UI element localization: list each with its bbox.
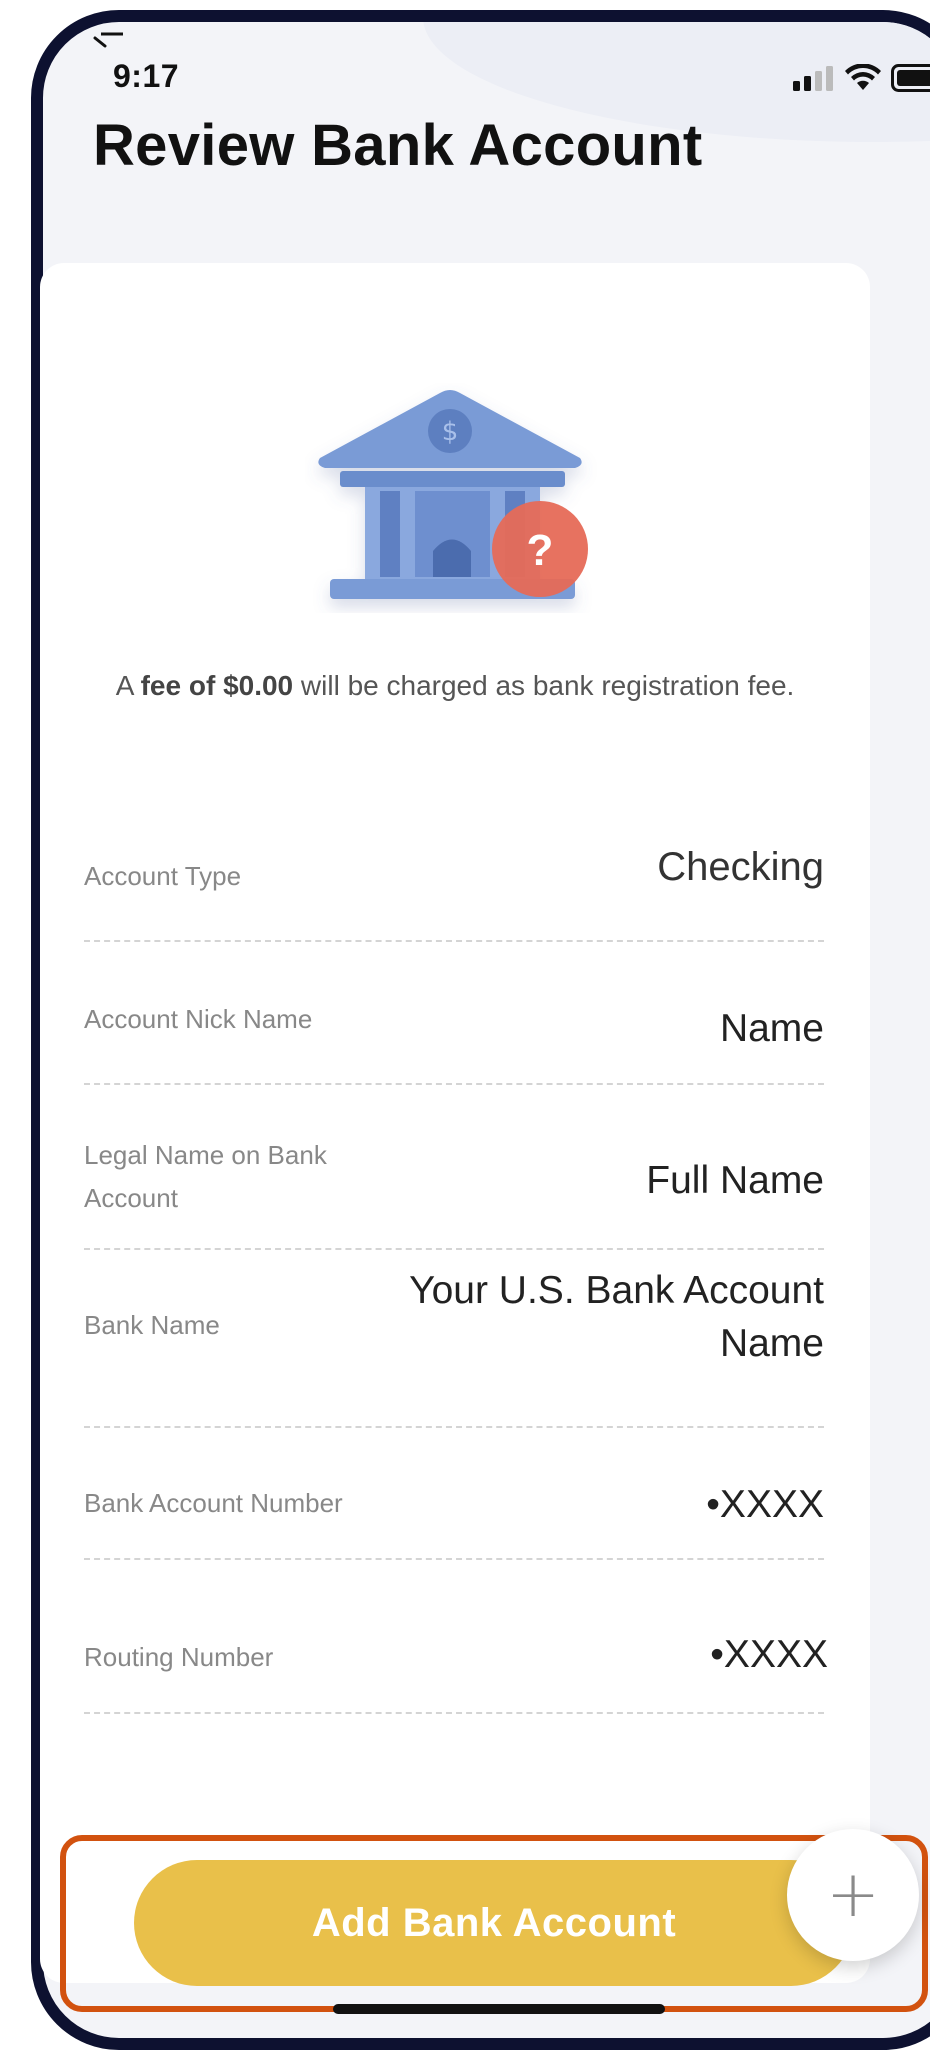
field-value: Full Name: [646, 1154, 824, 1207]
divider: [84, 1558, 824, 1560]
status-time: 9:17: [113, 58, 179, 95]
question-glyph: ?: [527, 526, 554, 575]
review-card: $ ? A fee of $0.00 will be charged as ba…: [40, 263, 870, 1983]
signal-icon: [793, 65, 835, 91]
field-label: Legal Name on Bank Account: [84, 1134, 384, 1220]
divider: [84, 940, 824, 942]
plus-icon: +: [826, 1863, 880, 1927]
coin-glyph: $: [442, 417, 459, 447]
divider: [84, 1712, 824, 1714]
field-value: •XXXX: [710, 1628, 828, 1681]
fee-notice: A fee of $0.00 will be charged as bank r…: [100, 663, 810, 709]
divider: [84, 1426, 824, 1428]
home-indicator[interactable]: [333, 2004, 665, 2014]
field-label: Routing Number: [84, 1636, 273, 1679]
fee-amount: fee of $0.00: [141, 670, 294, 701]
battery-icon: [891, 64, 930, 92]
bank-icon: $ ?: [305, 383, 605, 613]
field-label: Account Type: [84, 855, 241, 898]
add-fab-button[interactable]: +: [787, 1829, 919, 1961]
add-bank-account-button[interactable]: Add Bank Account: [134, 1860, 854, 1986]
divider: [84, 1083, 824, 1085]
wifi-icon: [845, 64, 881, 92]
status-icons: [793, 64, 930, 92]
field-label: Bank Account Number: [84, 1482, 343, 1525]
field-label: Bank Name: [84, 1304, 220, 1347]
fee-prefix: A: [116, 670, 141, 701]
field-value: •XXXX: [706, 1478, 824, 1531]
divider: [84, 1248, 824, 1250]
page-title: Review Bank Account: [93, 112, 703, 179]
field-value: Name: [720, 1002, 824, 1055]
field-label: Account Nick Name: [84, 998, 312, 1041]
field-value: Your U.S. Bank Account Name: [304, 1264, 824, 1370]
fee-suffix: will be charged as bank registration fee…: [293, 670, 794, 701]
field-value: Checking: [657, 841, 824, 894]
back-icon[interactable]: [93, 32, 125, 52]
